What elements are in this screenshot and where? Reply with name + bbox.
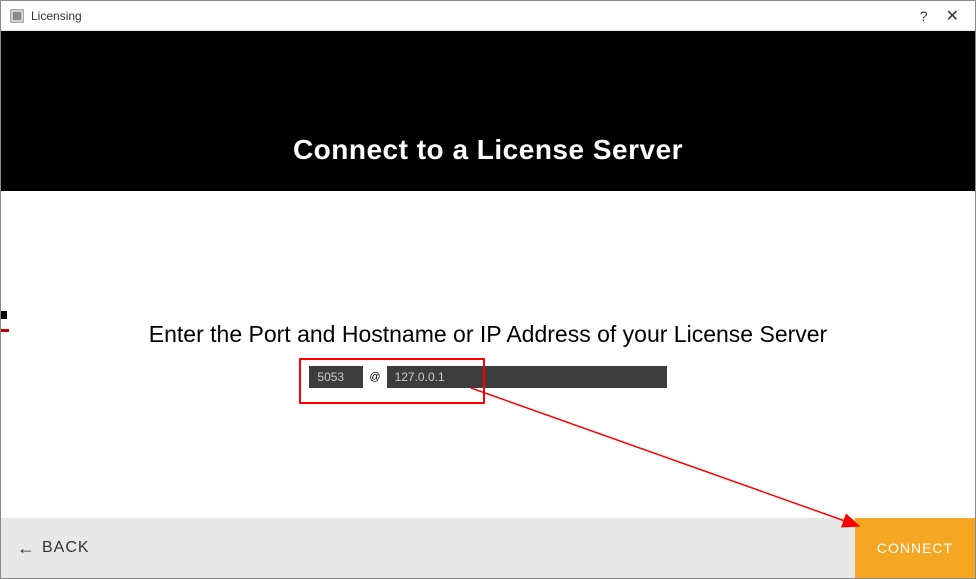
connect-button[interactable]: CONNECT <box>855 518 975 578</box>
header-banner: Connect to a License Server <box>1 31 975 191</box>
back-label: BACK <box>42 539 90 557</box>
footer-bar: ← BACK CONNECT <box>1 518 975 578</box>
help-button[interactable]: ? <box>920 8 928 24</box>
port-input[interactable] <box>309 366 363 388</box>
instruction-text: Enter the Port and Hostname or IP Addres… <box>149 321 827 348</box>
hostname-input[interactable] <box>387 366 667 388</box>
window-title: Licensing <box>31 9 920 23</box>
close-button[interactable]: ✕ <box>946 6 959 26</box>
main-content: Enter the Port and Hostname or IP Addres… <box>1 191 975 518</box>
at-separator: @ <box>369 371 380 383</box>
title-bar: Licensing ? ✕ <box>1 1 975 31</box>
connect-label: CONNECT <box>877 540 953 556</box>
edge-artifact <box>1 311 9 341</box>
licensing-window: Licensing ? ✕ Connect to a License Serve… <box>0 0 976 579</box>
title-bar-buttons: ? ✕ <box>920 6 967 26</box>
app-icon <box>9 8 25 24</box>
page-title: Connect to a License Server <box>293 134 683 166</box>
back-button[interactable]: ← BACK <box>17 538 90 559</box>
server-input-row: @ <box>309 366 666 388</box>
back-arrow-icon: ← <box>17 538 36 559</box>
